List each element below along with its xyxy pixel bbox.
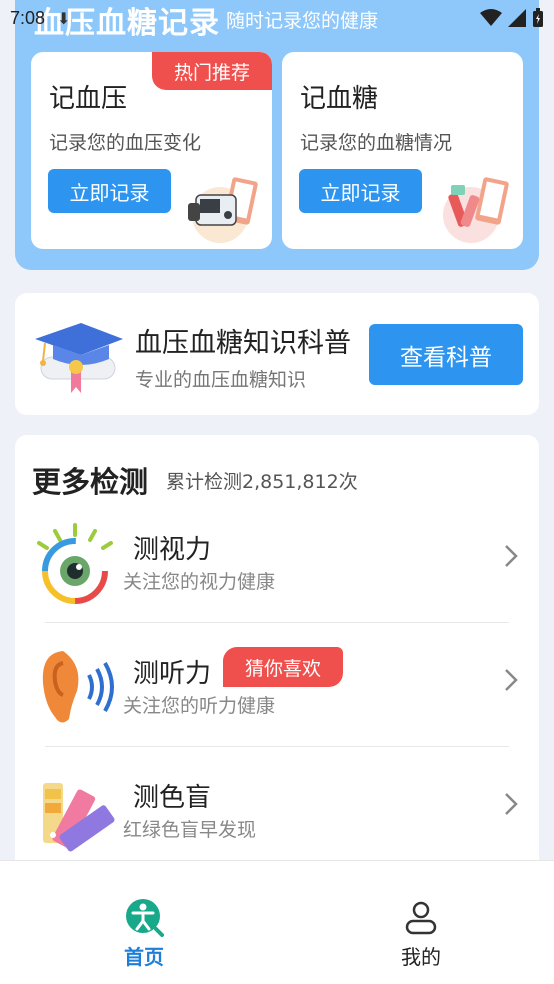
card-title: 记血压 bbox=[49, 84, 128, 114]
blood-sugar-test-icon bbox=[443, 177, 509, 243]
bottom-nav: 首页 我的 bbox=[0, 860, 554, 984]
blood-sugar-card[interactable]: 记血糖 记录您的血糖情况 立即记录 bbox=[282, 52, 523, 249]
knowledge-card[interactable]: 血压血糖知识科普 专业的血压血糖知识 查看科普 bbox=[15, 293, 539, 415]
divider bbox=[45, 746, 509, 747]
signal-icon bbox=[508, 9, 526, 27]
home-person-icon bbox=[126, 899, 164, 937]
chevron-right-icon bbox=[505, 545, 518, 567]
download-icon: ⬇ bbox=[57, 8, 71, 28]
eye-icon bbox=[37, 523, 113, 604]
battery-icon bbox=[533, 8, 543, 27]
status-time: 7:08 bbox=[10, 7, 46, 28]
wifi-icon bbox=[480, 9, 502, 26]
test-name: 测听力 bbox=[133, 659, 212, 689]
card-title: 记血糖 bbox=[300, 84, 379, 114]
blood-pressure-card[interactable]: 热门推荐 记血压 记录您的血压变化 立即记录 bbox=[31, 52, 272, 249]
status-bar: 7:08 ⬇ bbox=[0, 0, 554, 36]
chevron-right-icon bbox=[505, 669, 518, 691]
view-knowledge-button[interactable]: 查看科普 bbox=[369, 324, 523, 385]
nav-label: 我的 bbox=[401, 945, 441, 969]
record-bp-button[interactable]: 立即记录 bbox=[48, 169, 171, 213]
test-desc: 红绿色盲早发现 bbox=[123, 819, 257, 841]
guess-badge: 猜你喜欢 bbox=[223, 647, 343, 687]
blood-pressure-monitor-icon bbox=[188, 177, 258, 243]
test-name: 测视力 bbox=[133, 535, 212, 565]
user-icon bbox=[405, 901, 437, 935]
test-item-hearing[interactable]: 测听力 猜你喜欢 关注您的听力健康 bbox=[15, 627, 539, 747]
test-desc: 关注您的视力健康 bbox=[123, 571, 276, 593]
nav-label: 首页 bbox=[124, 945, 164, 969]
card-desc: 记录您的血压变化 bbox=[49, 132, 202, 154]
chevron-right-icon bbox=[505, 793, 518, 815]
test-name: 测色盲 bbox=[133, 783, 212, 813]
test-item-vision[interactable]: 测视力 关注您的视力健康 bbox=[15, 503, 539, 623]
test-item-colorblind[interactable]: 测色盲 红绿色盲早发现 bbox=[15, 751, 539, 871]
nav-home[interactable]: 首页 bbox=[104, 897, 184, 970]
hot-badge: 热门推荐 bbox=[152, 52, 272, 90]
card-desc: 记录您的血糖情况 bbox=[300, 132, 453, 154]
more-tests-count: 累计检测2,851,812次 bbox=[166, 471, 358, 493]
knowledge-subtitle: 专业的血压血糖知识 bbox=[135, 369, 307, 391]
ear-icon bbox=[42, 651, 114, 723]
more-tests-title: 更多检测 bbox=[32, 465, 149, 499]
divider bbox=[45, 622, 509, 623]
more-tests-card: 更多检测 累计检测2,851,812次 测视力 关注您的视力健康 测听力 猜你喜… bbox=[15, 435, 539, 895]
color-palette-icon bbox=[43, 783, 115, 852]
record-bs-button[interactable]: 立即记录 bbox=[299, 169, 422, 213]
nav-mine[interactable]: 我的 bbox=[381, 897, 461, 970]
knowledge-title: 血压血糖知识科普 bbox=[135, 328, 351, 359]
test-desc: 关注您的听力健康 bbox=[123, 695, 276, 717]
graduation-cap-icon bbox=[35, 323, 123, 393]
